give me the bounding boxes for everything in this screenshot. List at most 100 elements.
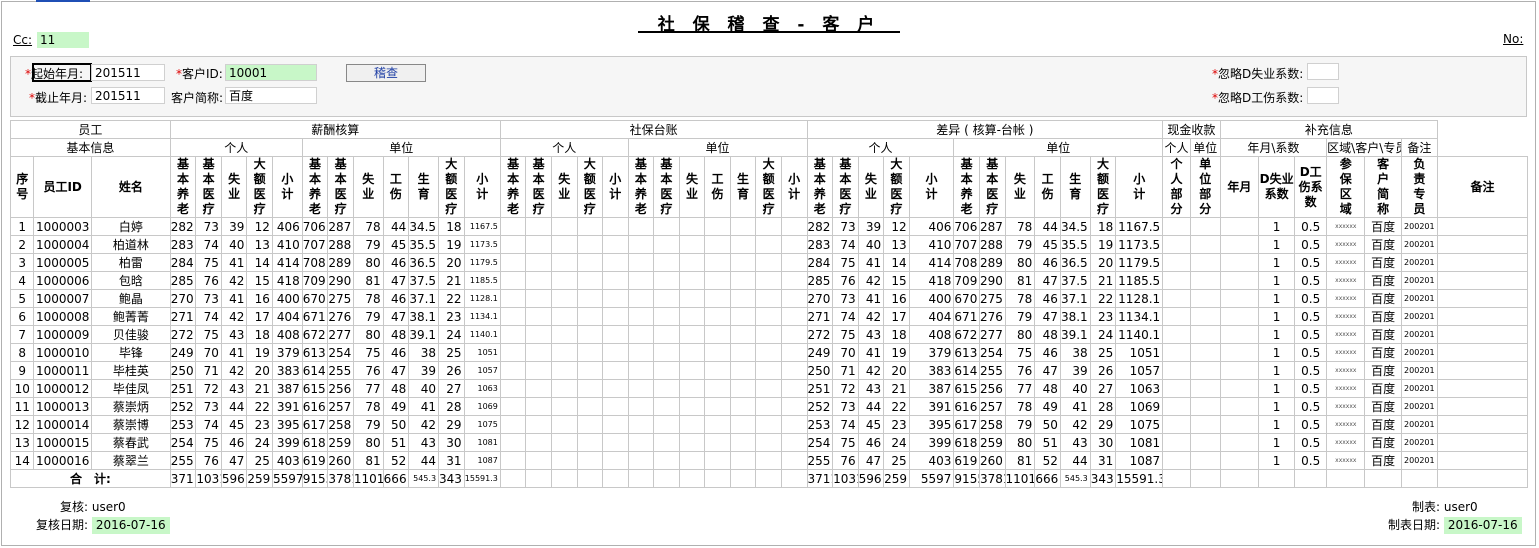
cell-salary-personal: 40 <box>220 235 248 254</box>
table-row[interactable]: 14 1000016 蔡翠兰 255 76 47 25 403 619 260 81 52 44 31 10… <box>9 451 1529 470</box>
end-month-field[interactable]: 201511 <box>91 87 165 104</box>
col-header-year-month: 年月 <box>1219 156 1260 218</box>
client-short-field[interactable]: 百度 <box>225 87 317 104</box>
make-date-value[interactable]: 2016-07-16 <box>1443 517 1522 534</box>
cell-diff-unit: 40 <box>1059 379 1091 398</box>
cell-diff-personal: 42 <box>857 307 885 326</box>
cell-diff-personal: 76 <box>832 271 859 290</box>
cell-ledger <box>755 379 782 398</box>
review-date-value[interactable]: 2016-07-16 <box>91 517 170 534</box>
ignore-injury-field[interactable] <box>1307 87 1339 104</box>
cc-label: Cc: <box>13 33 33 47</box>
cell-salary-unit: 79 <box>352 235 384 254</box>
cell-ledger <box>627 397 655 416</box>
cell-ledger <box>576 325 604 344</box>
cell-remarks <box>1436 397 1529 416</box>
table-row[interactable]: 9 1000011 毕桂英 250 71 42 20 383 614 255 76 47 39 26 105… <box>9 361 1529 380</box>
cell-emp-id[interactable]: 1000016 <box>33 451 92 470</box>
query-button[interactable]: 稽查 <box>346 64 426 82</box>
cell-ledger <box>653 289 680 308</box>
table-row[interactable]: 7 1000009 贝佳骏 272 75 43 18 408 672 277 80 48 39.1 24 1… <box>9 325 1529 344</box>
cell-seq: 5 <box>9 289 35 308</box>
cell-emp-id[interactable]: 1000011 <box>33 361 92 380</box>
cell-client-short: 百度 <box>1364 253 1402 272</box>
cell-emp-id[interactable]: 1000005 <box>33 253 92 272</box>
cell-ledger <box>678 307 706 326</box>
cell-ledger <box>780 235 808 254</box>
table-row[interactable]: 11 1000013 蔡崇炳 252 73 44 22 391 616 257 78 49 41 28 10… <box>9 397 1529 416</box>
cell-emp-id[interactable]: 1000015 <box>33 433 92 452</box>
cell-diff-unit: 80 <box>1004 325 1036 344</box>
cell-insured-region: xxxxxx <box>1326 451 1366 470</box>
col-header-unemployment: 失业 <box>678 156 706 218</box>
table-row[interactable]: 12 1000014 蔡崇博 253 74 45 23 395 617 258 79 50 42 29 10… <box>9 415 1529 434</box>
cell-cash-unit <box>1189 253 1221 272</box>
cell-ledger <box>627 289 655 308</box>
cell-emp-id[interactable]: 1000006 <box>33 271 92 290</box>
cell-diff-unit: 256 <box>978 379 1006 398</box>
cell-remarks <box>1436 271 1529 290</box>
cell-diff-unit: 1167.5 <box>1115 217 1164 236</box>
cell-diff-unit: 30 <box>1089 433 1117 452</box>
cell-cash-personal <box>1162 235 1191 254</box>
cell-ledger <box>729 217 757 236</box>
cell-ledger <box>525 325 552 344</box>
cell-diff-unit: 706 <box>953 217 980 236</box>
cell-salary-personal: 76 <box>195 271 222 290</box>
cell-emp-id[interactable]: 1000008 <box>33 307 92 326</box>
cell-salary-personal: 272 <box>169 325 197 344</box>
cell-salary-unit: 45 <box>382 235 410 254</box>
table-row[interactable]: 6 1000008 鲍菁菁 271 74 42 17 404 671 276 79 47 38.1 23 1… <box>9 307 1529 326</box>
cell-emp-id[interactable]: 1000012 <box>33 379 92 398</box>
ignore-unemp-field[interactable] <box>1307 63 1339 80</box>
cell-ledger <box>550 379 578 398</box>
cell-ledger <box>576 397 604 416</box>
review-date-line: 复核日期: 2016-07-16 <box>36 516 170 534</box>
table-row[interactable]: 5 1000007 鲍晶 270 73 41 16 400 670 275 78 46 37.1 22 11… <box>9 289 1529 308</box>
cell-staff: 200201 <box>1400 451 1438 470</box>
cell-diff-personal: 251 <box>806 379 834 398</box>
cell-diff-unit: 708 <box>953 253 980 272</box>
cell-ledger <box>525 379 552 398</box>
total-extra <box>1364 469 1402 488</box>
table-row[interactable]: 4 1000006 包晗 285 76 42 15 418 709 290 81 47 37.5 21 11… <box>9 271 1529 290</box>
col-header-name: 姓名 <box>90 156 171 218</box>
table-row[interactable]: 1 1000003 白婷 282 73 39 12 406 706 287 78 44 34.5 18 11… <box>9 217 1529 236</box>
cell-client-short: 百度 <box>1364 343 1402 362</box>
cell-emp-id[interactable]: 1000003 <box>33 217 92 236</box>
table-row[interactable]: 13 1000015 蔡春武 254 75 46 24 399 618 259 80 51 43 30 10… <box>9 433 1529 452</box>
ignore-injury-label: *忽略D工伤系数: <box>1212 91 1304 105</box>
cell-emp-id[interactable]: 1000010 <box>33 343 92 362</box>
cc-value[interactable]: 11 <box>37 32 89 48</box>
cell-ledger <box>550 217 578 236</box>
client-id-field[interactable]: 10001 <box>225 64 317 81</box>
cell-diff-unit: 46 <box>1034 289 1061 308</box>
table-row[interactable]: 3 1000005 柏雷 284 75 41 14 414 708 289 80 46 36.5 20 11… <box>9 253 1529 272</box>
cell-salary-unit: 707 <box>301 235 329 254</box>
cell-emp-id[interactable]: 1000007 <box>33 289 92 308</box>
cell-salary-personal: 251 <box>169 379 197 398</box>
cell-ledger <box>499 307 527 326</box>
cell-d-unemp-coef: 1 <box>1258 379 1296 398</box>
cell-emp-id[interactable]: 1000009 <box>33 325 92 344</box>
cell-emp-id[interactable]: 1000014 <box>33 415 92 434</box>
col-header-major-medical: 大额医疗 <box>246 156 273 218</box>
cell-salary-unit: 35.5 <box>408 235 440 254</box>
cell-ledger <box>678 289 706 308</box>
cell-emp-id[interactable]: 1000004 <box>33 235 92 254</box>
cell-salary-unit: 25 <box>438 343 465 362</box>
cell-diff-unit: 47 <box>1034 307 1061 326</box>
cell-cash-personal <box>1162 361 1191 380</box>
cell-diff-personal: 254 <box>806 433 834 452</box>
cell-cash-unit <box>1189 235 1221 254</box>
cell-diff-personal: 72 <box>832 379 859 398</box>
cell-emp-id[interactable]: 1000013 <box>33 397 92 416</box>
table-row[interactable]: 8 1000010 毕锋 249 70 41 19 379 613 254 75 46 38 25 1051… <box>9 343 1529 362</box>
col-header-pension: 基本养老 <box>499 156 527 218</box>
cell-client-short: 百度 <box>1364 379 1402 398</box>
cell-diff-personal: 41 <box>857 289 885 308</box>
cell-diff-unit: 617 <box>953 415 980 434</box>
table-row[interactable]: 10 1000012 毕佳凤 251 72 43 21 387 615 256 77 48 40 27 10… <box>9 379 1529 398</box>
table-row[interactable]: 2 1000004 柏道林 283 74 40 13 410 707 288 79 45 35.5 19 1… <box>9 235 1529 254</box>
start-month-field[interactable]: 201511 <box>91 64 165 81</box>
